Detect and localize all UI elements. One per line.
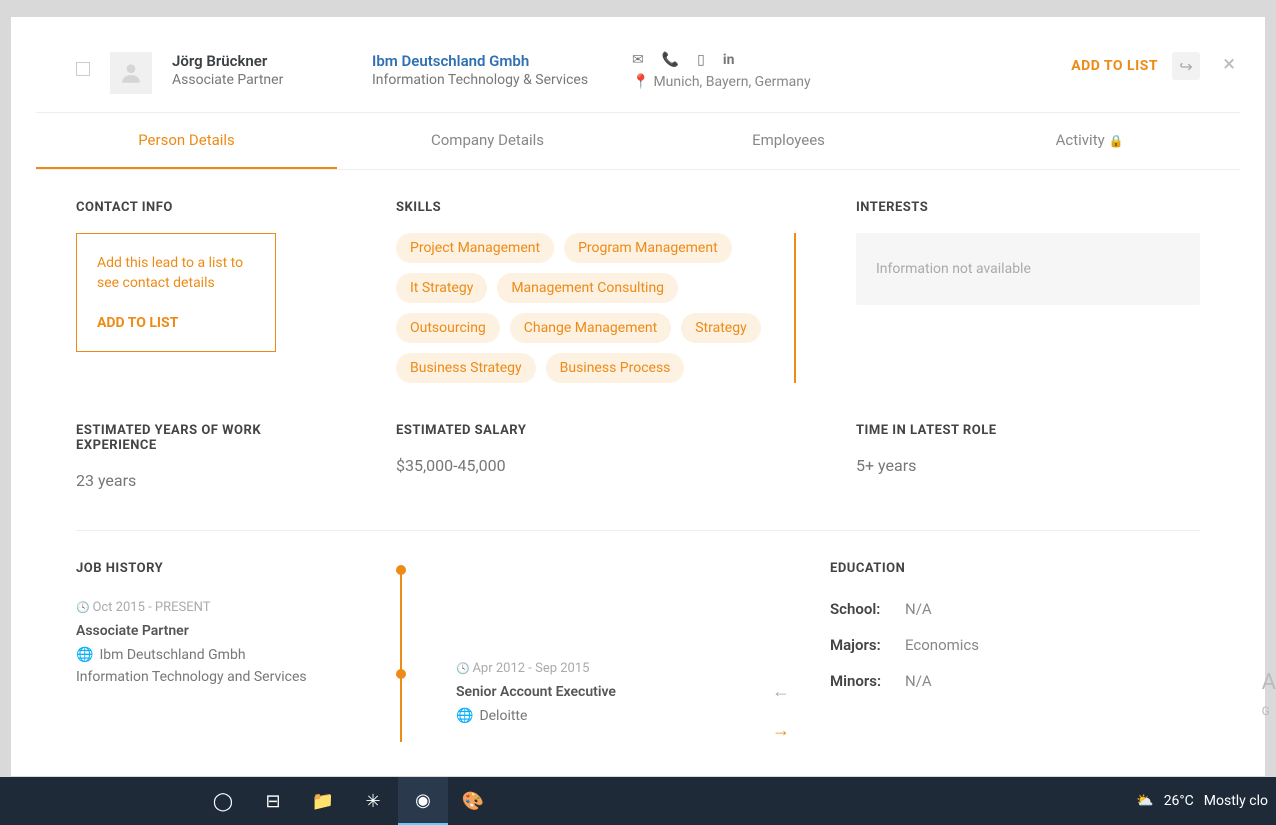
taskbar-taskview-icon[interactable]: ⊟ [248,777,298,825]
school-label: School: [830,600,905,618]
job-company: 🌐 Deloitte [456,708,810,724]
skills-list: Project Management Program Management It S… [396,233,796,383]
minors-value: N/A [905,672,932,690]
job-history-heading: JOB HISTORY [76,561,376,576]
location-text: Munich, Bayern, Germany [653,74,810,90]
skill-tag[interactable]: Outsourcing [396,313,500,343]
contact-info-heading: CONTACT INFO [76,200,336,215]
timeline-nav: ← → [772,681,790,741]
skill-tag[interactable]: Business Process [546,353,685,383]
pin-icon: 📍 [632,74,649,90]
mobile-icon[interactable]: ▯ [697,52,705,68]
job-entry: Oct 2015 - PRESENT Associate Partner 🌐 Ib… [76,600,376,685]
job-dates: Oct 2015 - PRESENT [76,600,376,615]
share-icon[interactable]: ↪ [1172,52,1200,80]
job-entry: Apr 2012 - Sep 2015 Senior Account Execu… [456,661,810,724]
skill-tag[interactable]: Change Management [510,313,671,343]
add-to-list-button[interactable]: ADD TO LIST [1071,58,1158,74]
job-title: Associate Partner [76,623,376,639]
majors-label: Majors: [830,636,905,654]
taskbar-slack-icon[interactable]: ✳ [348,777,398,825]
location: 📍Munich, Bayern, Germany [632,74,892,90]
majors-value: Economics [905,636,979,654]
company-industry: Information Technology & Services [372,72,632,88]
tab-activity[interactable]: Activity 🔒 [939,113,1240,169]
select-checkbox[interactable] [76,62,90,76]
work-experience-value: 23 years [76,471,336,490]
minors-label: Minors: [830,672,905,690]
arrow-right-icon[interactable]: → [772,720,790,741]
time-in-role-value: 5+ years [856,456,1200,475]
taskbar-explorer-icon[interactable]: 📁 [298,777,348,825]
skill-tag[interactable]: It Strategy [396,273,487,303]
skills-heading: SKILLS [396,200,796,215]
taskbar-chrome-icon[interactable]: ◉ [398,777,448,825]
lock-icon: 🔒 [1108,134,1123,148]
taskbar: ◯ ⊟ 📁 ✳ ◉ 🎨 ⛅ 26°C Mostly clo [0,777,1276,825]
globe-icon: 🌐 [456,708,473,724]
tab-activity-label: Activity [1056,131,1105,149]
contact-cta-text: Add this lead to a list to see contact d… [97,254,255,293]
salary-value: $35,000-45,000 [396,456,796,475]
interests-heading: INTERESTS [856,200,1200,215]
globe-icon: 🌐 [76,647,93,663]
background-hint: AG [1262,670,1276,723]
taskbar-weather[interactable]: ⛅ 26°C Mostly clo [1136,793,1276,809]
avatar [110,52,152,94]
job-title: Senior Account Executive [456,684,810,700]
interests-empty: Information not available [856,233,1200,305]
lead-header: Jörg Brückner Associate Partner Ibm Deut… [36,17,1240,113]
close-icon[interactable]: × [1223,52,1235,77]
work-experience-heading: ESTIMATED YEARS OF WORK EXPERIENCE [76,423,336,453]
arrow-left-icon[interactable]: ← [772,681,790,702]
weather-icon: ⛅ [1136,793,1153,809]
contact-cta-box: Add this lead to a list to see contact d… [76,233,276,352]
job-dates: Apr 2012 - Sep 2015 [456,661,810,676]
linkedin-icon[interactable]: in [723,52,735,68]
divider [76,530,1200,531]
skill-tag[interactable]: Strategy [681,313,760,343]
temperature: 26°C [1164,793,1194,809]
skill-tag[interactable]: Management Consulting [497,273,678,303]
tabs: Person Details Company Details Employees… [36,113,1240,170]
tab-person-details[interactable]: Person Details [36,113,337,169]
email-icon[interactable]: ✉ [632,52,644,68]
phone-icon[interactable]: 📞 [662,52,679,68]
person-name: Jörg Brückner [172,52,372,70]
job-company: 🌐 Ibm Deutschland Gmbh [76,647,376,663]
lead-detail-modal: × Jörg Brückner Associate Partner Ibm De… [11,17,1265,776]
person-role: Associate Partner [172,72,372,88]
weather-text: Mostly clo [1204,793,1268,809]
skill-tag[interactable]: Business Strategy [396,353,536,383]
tab-employees[interactable]: Employees [638,113,939,169]
job-industry: Information Technology and Services [76,669,376,685]
timeline [396,561,436,742]
taskbar-cortana-icon[interactable]: ◯ [198,777,248,825]
salary-heading: ESTIMATED SALARY [396,423,796,438]
education-heading: EDUCATION [830,561,1200,576]
skill-tag[interactable]: Program Management [564,233,732,263]
company-link[interactable]: Ibm Deutschland Gmbh [372,52,632,70]
school-value: N/A [905,600,932,618]
job-company-name: Deloitte [479,708,527,724]
job-company-name: Ibm Deutschland Gmbh [99,647,245,663]
add-to-list-button-box[interactable]: ADD TO LIST [97,315,255,331]
skill-tag[interactable]: Project Management [396,233,554,263]
tab-company-details[interactable]: Company Details [337,113,638,169]
time-in-role-heading: TIME IN LATEST ROLE [856,423,1200,438]
taskbar-paint-icon[interactable]: 🎨 [448,777,498,825]
